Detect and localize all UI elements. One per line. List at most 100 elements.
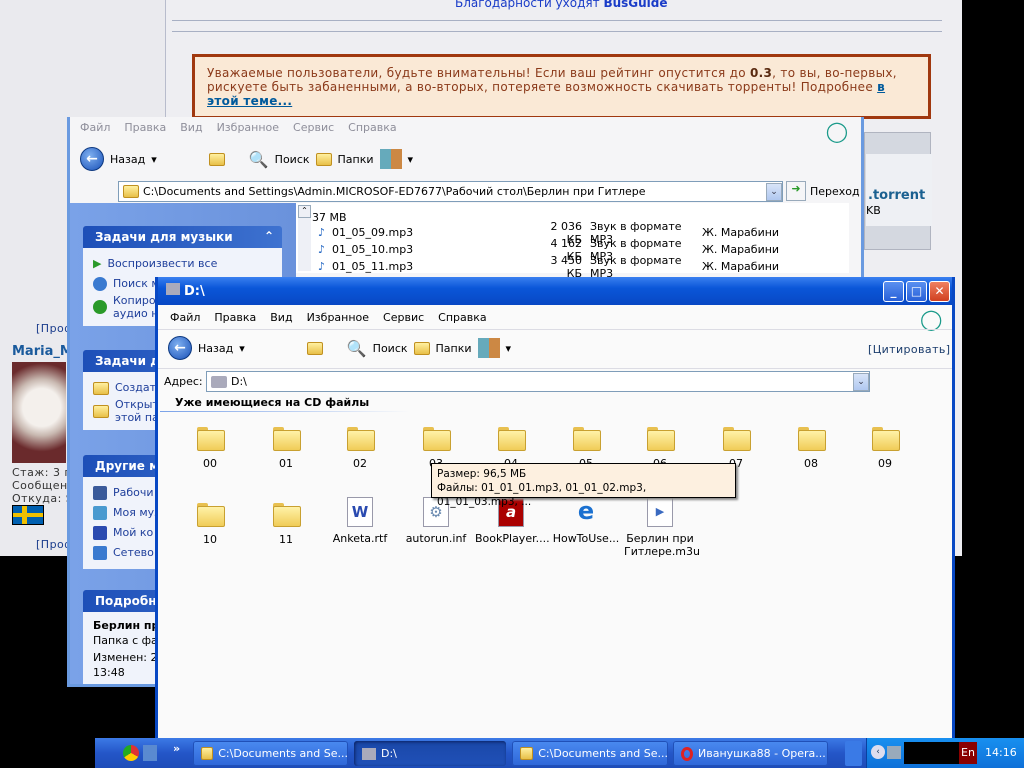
taskbar: » C:\Documents and Se... D:\ C:\Document… (95, 738, 1024, 768)
place-my-music[interactable]: Моя муз (113, 503, 160, 523)
torrent-link[interactable]: .torrent (868, 188, 925, 203)
file-rows: ♪ 01_05_09.mp3 2 036 КБ Звук в формате MP3 Ж… (318, 220, 838, 280)
file-item-label: autorun.inf (405, 532, 467, 545)
folders-button[interactable]: Папки (436, 342, 472, 355)
collapse-icon[interactable]: ⌃ (264, 229, 274, 243)
toolbar: ← Назад ▾ 🔍 Поиск Папки ▾ (80, 147, 413, 171)
views-dropdown-icon[interactable]: ▾ (506, 342, 512, 355)
menu-tools[interactable]: Сервис (293, 121, 334, 134)
group-header: Уже имеющиеся на CD файлы (175, 396, 370, 409)
up-folder-icon[interactable] (208, 152, 225, 166)
avatar (12, 362, 66, 463)
stat-experience: Стаж: 3 г (12, 466, 71, 479)
explorer-window-d-drive[interactable]: D:\ _ □ ✕ Файл Правка Вид Избранное Сервис Сп… (155, 277, 955, 747)
taskbar-button-active[interactable]: D:\ (354, 741, 506, 766)
minimize-button[interactable]: _ (883, 281, 904, 302)
network-tray-icon[interactable] (887, 746, 901, 759)
task-create-folder[interactable]: Создат (115, 378, 156, 398)
clock[interactable]: 14:16 (985, 746, 1017, 759)
file-item[interactable]: 08 (775, 427, 847, 470)
menu-help[interactable]: Справка (348, 121, 396, 134)
file-item[interactable]: 02 (324, 427, 396, 470)
taskbar-button[interactable]: C:\Documents and Se... (193, 741, 348, 766)
username[interactable]: Maria_M (12, 344, 73, 359)
address-bar[interactable]: D:\ ⌄ (206, 371, 870, 392)
place-desktop[interactable]: Рабочи (113, 483, 154, 503)
go-button[interactable]: ➜ Переход (786, 181, 860, 201)
taskbar-button[interactable]: Иванушка88 - Opera... (673, 741, 828, 766)
file-item[interactable]: 10 (174, 503, 246, 546)
language-indicator[interactable]: En (959, 742, 977, 764)
views-icon[interactable] (477, 338, 500, 358)
menu-tools[interactable]: Сервис (383, 311, 424, 324)
back-arrow-icon[interactable]: ← (168, 336, 192, 360)
address-dropdown-icon[interactable]: ⌄ (853, 372, 869, 391)
back-arrow-icon[interactable]: ← (80, 147, 104, 171)
task-play-all[interactable]: Воспроизвести все (107, 254, 217, 274)
thanks-line: Благодарности уходят BusGuide (455, 0, 668, 10)
desktop-icon (93, 486, 107, 500)
thanks-user-link[interactable]: BusGuide (603, 0, 667, 10)
folder-icon (423, 427, 451, 451)
menu-favorites[interactable]: Избранное (217, 121, 279, 134)
file-item-label: Anketa.rtf (332, 532, 388, 545)
task-share-folder[interactable]: Открыт этой па (115, 398, 159, 424)
menu-view[interactable]: Вид (270, 311, 292, 324)
chrome-icon[interactable] (123, 745, 139, 761)
search-icon[interactable]: 🔍 (249, 150, 269, 169)
close-button[interactable]: ✕ (929, 281, 950, 302)
menu-file[interactable]: Файл (170, 311, 200, 324)
folders-button[interactable]: Папки (338, 153, 374, 166)
maximize-button[interactable]: □ (906, 281, 927, 302)
audio-file-icon: ♪ (318, 260, 326, 273)
file-item[interactable]: 00 (174, 427, 246, 470)
file-item[interactable]: 09 (849, 427, 921, 470)
place-network[interactable]: Сетево (113, 543, 154, 563)
views-dropdown-icon[interactable]: ▾ (408, 153, 414, 166)
menu-edit[interactable]: Правка (124, 121, 166, 134)
menu-help[interactable]: Справка (438, 311, 486, 324)
opera-icon (681, 746, 693, 761)
music-tasks-header[interactable]: Задачи для музыки ⌃ (83, 226, 282, 248)
address-dropdown-icon[interactable]: ⌄ (766, 182, 782, 201)
task-copy-audio[interactable]: Копиро аудио н (113, 294, 158, 320)
taskbar-scroll[interactable] (845, 741, 862, 766)
file-item[interactable]: 11 (250, 503, 322, 546)
back-dropdown-icon[interactable]: ▾ (151, 153, 157, 166)
folder-icon (573, 427, 601, 451)
folder-icon (197, 503, 225, 527)
file-item-label: 09 (878, 457, 892, 470)
place-my-computer[interactable]: Мой ко (113, 523, 153, 543)
folder-icon (123, 185, 139, 198)
file-item[interactable]: W Anketa.rtf (324, 497, 396, 545)
folder-icon (723, 427, 751, 451)
search-button[interactable]: Поиск (373, 342, 408, 355)
up-folder-icon[interactable] (306, 341, 323, 355)
show-hidden-icons-button[interactable]: ‹ (871, 745, 885, 759)
scrollbar[interactable]: ⌃ (298, 205, 311, 271)
menu-bar: Файл Правка Вид Избранное Сервис Справка (80, 121, 411, 134)
taskbar-button[interactable]: C:\Documents and Se... (512, 741, 668, 766)
file-item-label: Берлин при Гитлере.m3u (624, 532, 700, 558)
quick-launch-chevron[interactable]: » (173, 742, 180, 755)
back-dropdown-icon[interactable]: ▾ (239, 342, 245, 355)
menu-favorites[interactable]: Избранное (307, 311, 369, 324)
quote-link[interactable]: [Цитировать] (868, 343, 950, 356)
back-button[interactable]: Назад (110, 153, 145, 166)
folders-icon[interactable] (413, 341, 430, 355)
views-icon[interactable] (379, 149, 402, 169)
menu-edit[interactable]: Правка (214, 311, 256, 324)
quick-launch-icon[interactable] (143, 745, 157, 761)
file-item[interactable]: 01 (250, 427, 322, 470)
file-row[interactable]: ♪ 01_05_11.mp3 3 450 КБ Звук в формате MP3 Ж… (318, 254, 838, 280)
menu-view[interactable]: Вид (180, 121, 202, 134)
back-button[interactable]: Назад (198, 342, 233, 355)
menu-file[interactable]: Файл (80, 121, 110, 134)
title-bar[interactable]: D:\ (158, 277, 952, 305)
search-button[interactable]: Поиск (275, 153, 310, 166)
folders-icon[interactable] (315, 152, 332, 166)
address-bar[interactable]: C:\Documents and Settings\Admin.MICROSOF… (118, 181, 783, 202)
redacted-area (904, 742, 959, 764)
task-search-music[interactable]: Поиск м (113, 274, 160, 294)
search-icon[interactable]: 🔍 (347, 339, 367, 358)
